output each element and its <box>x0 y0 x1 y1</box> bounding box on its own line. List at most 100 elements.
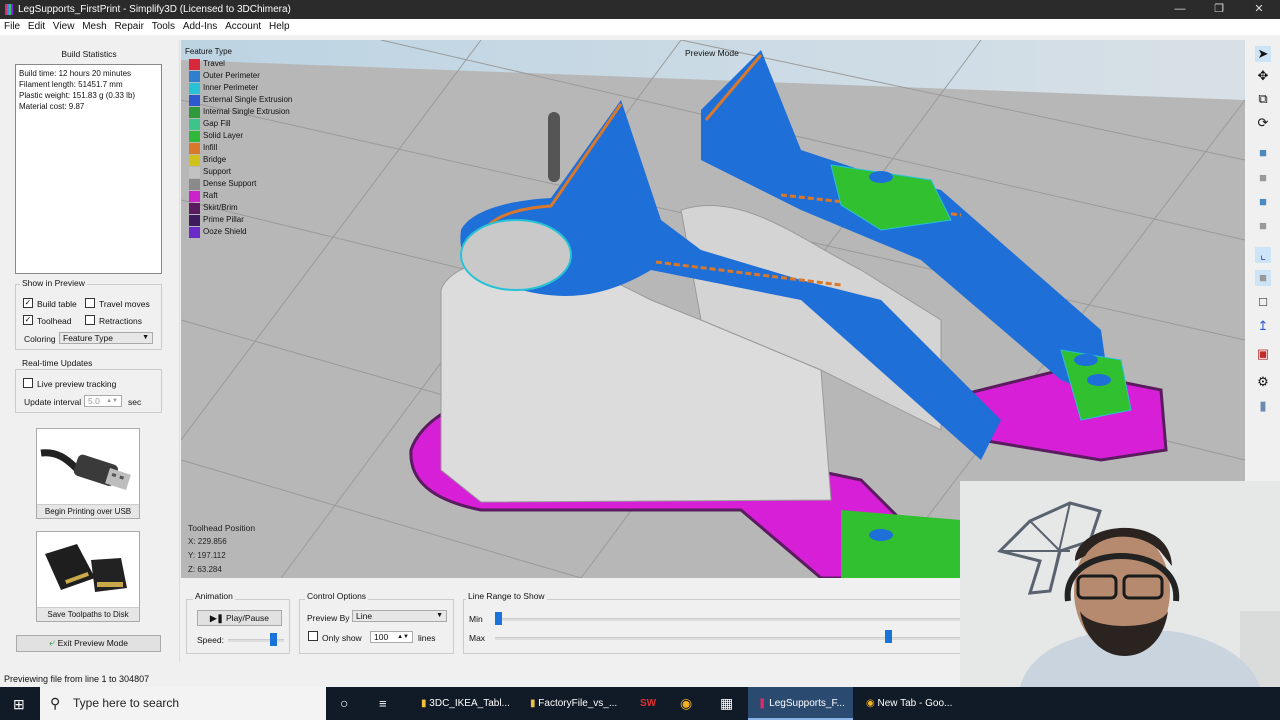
control-options-heading: Control Options <box>305 591 369 601</box>
taskbar: ⊞ ⚲ Type here to search ○ ≡ ▮ 3DC_IKEA_T… <box>0 687 1280 720</box>
realtime-updates-heading: Real-time Updates <box>20 358 95 368</box>
scale-icon[interactable]: ⧉ <box>1255 91 1271 107</box>
move-icon[interactable]: ✥ <box>1255 68 1271 84</box>
legend-item: Dense Support <box>185 178 292 190</box>
select-icon[interactable]: ➤ <box>1255 46 1271 62</box>
simplify3d-icon: ❚ <box>758 698 767 709</box>
menu-view[interactable]: View <box>53 21 75 32</box>
legend-label: Raft <box>203 191 218 200</box>
menu-tools[interactable]: Tools <box>152 21 175 32</box>
only-show-checkbox[interactable] <box>308 631 318 641</box>
lines-label: lines <box>418 633 436 643</box>
legend-item: Outer Perimeter <box>185 70 292 82</box>
minimize-button[interactable]: — <box>1160 0 1200 19</box>
folder-icon: ▮ <box>530 698 536 709</box>
save-toolpaths-button[interactable]: Save Toolpaths to Disk <box>36 531 140 622</box>
legend-swatch <box>189 227 200 238</box>
solid-cube-icon[interactable]: ■ <box>1255 270 1271 286</box>
window-title: LegSupports_FirstPrint - Simplify3D (Lic… <box>18 4 291 15</box>
menu-add-ins[interactable]: Add-Ins <box>183 21 217 32</box>
menu-repair[interactable]: Repair <box>114 21 143 32</box>
live-preview-tracking-checkbox[interactable] <box>23 378 33 388</box>
speed-slider-thumb[interactable] <box>269 633 277 646</box>
exit-preview-mode-button[interactable]: ⤶ Exit Preview Mode <box>16 635 161 652</box>
legend-label: Bridge <box>203 155 227 164</box>
chrome-icon[interactable]: ◉ <box>680 687 692 720</box>
close-button[interactable]: ✕ <box>1239 0 1279 19</box>
taskbar-item-explorer-1[interactable]: ▮ 3DC_IKEA_Tabl... <box>413 687 518 720</box>
build-statistics-box: Build time: 12 hours 20 minutes Filament… <box>15 64 162 274</box>
min-label: Min <box>469 614 483 624</box>
max-slider-thumb[interactable] <box>885 630 893 643</box>
legend-label: External Single Extrusion <box>203 95 293 104</box>
cross-section-icon[interactable]: ▣ <box>1255 346 1271 362</box>
cortana-icon[interactable]: ○ <box>340 687 348 720</box>
spinner-arrows-icon[interactable]: ▲▼ <box>397 632 409 642</box>
chevron-down-icon: ▼ <box>436 612 443 619</box>
menu-mesh[interactable]: Mesh <box>82 21 106 32</box>
legend-swatch <box>189 95 200 106</box>
preview-by-select[interactable]: Line ▼ <box>352 610 447 622</box>
restore-button[interactable]: ❐ <box>1199 0 1239 19</box>
view-top-icon[interactable]: ■ <box>1255 145 1271 161</box>
only-show-lines-spinbox[interactable]: 100 ▲▼ <box>370 631 413 643</box>
legend-item: Infill <box>185 142 292 154</box>
min-slider-thumb[interactable] <box>495 612 502 625</box>
coloring-select[interactable]: Feature Type ▼ <box>59 332 153 344</box>
left-panel: Build Statistics Build time: 12 hours 20… <box>0 40 180 662</box>
legend-item: Skirt/Brim <box>185 202 292 214</box>
legend-label: Ooze Shield <box>203 227 247 236</box>
task-view-icon[interactable]: ≡ <box>379 687 387 720</box>
view-side-icon[interactable]: ■ <box>1255 194 1271 210</box>
view-front-icon[interactable]: ■ <box>1255 170 1271 186</box>
menu-account[interactable]: Account <box>225 21 261 32</box>
toolhead-position: Toolhead Position X: 229.856 Y: 197.112 … <box>188 521 255 577</box>
preview-by-label: Preview By <box>307 613 350 623</box>
max-label: Max <box>469 633 486 643</box>
stat-plastic-weight: Plastic weight: 151.83 g (0.33 lb) <box>19 91 136 100</box>
retractions-checkbox[interactable] <box>85 315 95 325</box>
build-table-icon[interactable]: ↥ <box>1255 318 1271 334</box>
legend-swatch <box>189 155 200 166</box>
legend-swatch <box>189 203 200 214</box>
preview-by-value: Line <box>356 611 373 621</box>
menu-file[interactable]: File <box>4 21 20 32</box>
play-pause-button[interactable]: ▶❚ Play/Pause <box>197 610 282 626</box>
legend-label: Internal Single Extrusion <box>203 107 290 116</box>
legend-item: Raft <box>185 190 292 202</box>
toolhead-checkbox[interactable]: ✓ <box>23 315 33 325</box>
sd-card-icon <box>37 532 139 608</box>
wireframe-cube-icon[interactable]: □ <box>1255 294 1271 310</box>
view-iso-icon[interactable]: ■ <box>1255 218 1271 234</box>
settings-gear-icon[interactable]: ⚙ <box>1255 374 1271 390</box>
back-arrow-icon: ⤶ <box>49 637 56 649</box>
legend-label: Gap Fill <box>203 119 231 128</box>
axes-icon[interactable]: ⌞ <box>1255 247 1271 263</box>
build-table-checkbox[interactable]: ✓ <box>23 298 33 308</box>
taskbar-item-chrome[interactable]: ◉ New Tab - Goo... <box>860 687 960 720</box>
taskbar-search-input[interactable]: ⚲ Type here to search <box>40 687 326 720</box>
menu-edit[interactable]: Edit <box>28 21 45 32</box>
solidworks-icon[interactable]: SW <box>640 687 656 720</box>
min-slider-track[interactable] <box>495 618 961 621</box>
taskbar-item-explorer-2[interactable]: ▮ FactoryFile_vs_... <box>522 687 627 720</box>
begin-printing-usb-button[interactable]: Begin Printing over USB <box>36 428 140 519</box>
legend-swatch <box>189 59 200 70</box>
rotate-icon[interactable]: ⟳ <box>1255 115 1271 131</box>
travel-moves-checkbox[interactable] <box>85 298 95 308</box>
taskbar-item-simplify3d[interactable]: ❚ LegSupports_F... <box>748 687 853 720</box>
coloring-label: Coloring <box>24 334 56 344</box>
support-pillars-icon[interactable]: ▮ <box>1255 398 1271 414</box>
right-toolbar: ➤ ✥ ⧉ ⟳ ■ ■ ■ ■ ⌞ ■ □ ↥ ▣ ⚙ ▮ <box>1245 40 1280 480</box>
update-interval-spinbox[interactable]: 5.0 ▲▼ <box>84 395 122 407</box>
live-preview-tracking-label: Live preview tracking <box>37 379 117 389</box>
toolhead-x: X: 229.856 <box>188 537 227 546</box>
legend-label: Prime Pillar <box>203 215 244 224</box>
menu-help[interactable]: Help <box>269 21 290 32</box>
legend-item: Travel <box>185 58 292 70</box>
legend-item: Internal Single Extrusion <box>185 106 292 118</box>
spinner-arrows-icon[interactable]: ▲▼ <box>106 396 118 406</box>
windows-start-icon[interactable]: ⊞ <box>13 696 25 713</box>
calculator-icon[interactable]: ▦ <box>720 687 733 720</box>
usb-cable-icon <box>37 429 139 505</box>
